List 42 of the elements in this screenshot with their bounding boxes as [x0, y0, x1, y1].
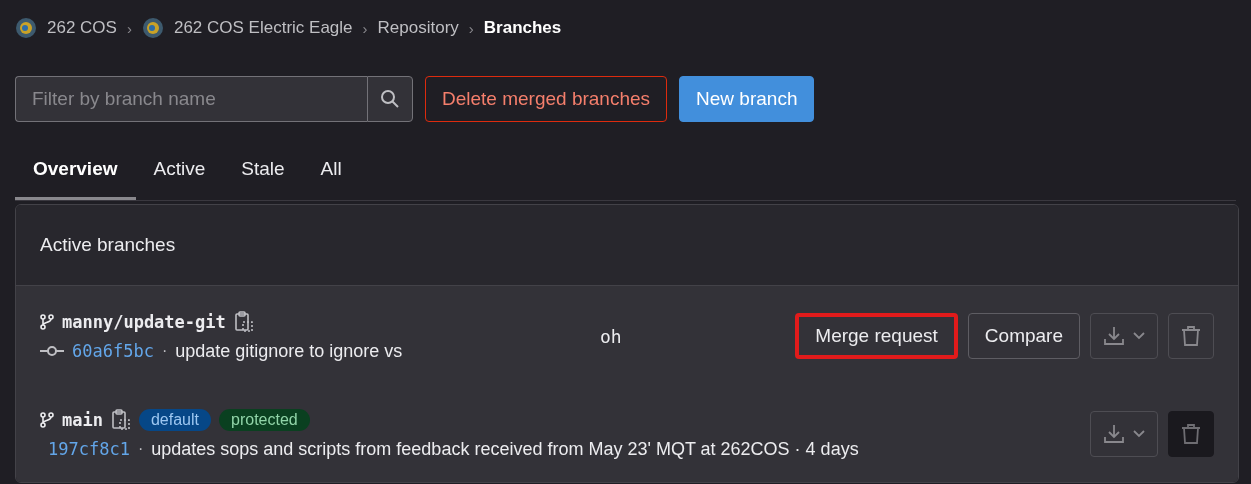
- breadcrumb-link[interactable]: 262 COS Electric Eagle: [173, 18, 353, 38]
- stray-text: oh: [600, 325, 623, 347]
- tab[interactable]: Active: [135, 136, 224, 200]
- copy-icon[interactable]: [110, 408, 131, 431]
- commit-icon: [40, 345, 64, 357]
- breadcrumb-separator: ›: [362, 19, 368, 37]
- chevron-down-icon: [1133, 332, 1145, 340]
- branch-badge: protected: [219, 408, 310, 431]
- breadcrumb-separator: ›: [468, 19, 474, 37]
- merge-request-button[interactable]: Merge request: [795, 313, 958, 359]
- separator-dot: ·: [137, 440, 144, 458]
- trash-icon: [1181, 325, 1201, 347]
- download-button[interactable]: [1090, 411, 1158, 457]
- branch-name[interactable]: manny/update-git: [62, 311, 226, 332]
- delete-button[interactable]: [1168, 313, 1214, 359]
- commit-message: updates sops and scripts from feedback received from May 23' MQT at 262COS · 4 days: [151, 438, 859, 460]
- branch-icon: [40, 411, 54, 428]
- commit-message: update gitignore to ignore vs: [175, 340, 403, 362]
- delete-merged-button[interactable]: Delete merged branches: [425, 76, 668, 122]
- separator-dot: ·: [161, 342, 168, 360]
- branch-badge: default: [138, 408, 211, 431]
- download-button[interactable]: [1090, 313, 1158, 359]
- compare-button[interactable]: Compare: [967, 313, 1080, 359]
- panel-title: Active branches: [40, 234, 176, 256]
- search-icon: [380, 89, 400, 109]
- commit-sha-link[interactable]: 197cf8c1: [48, 439, 130, 459]
- tab[interactable]: Stale: [223, 136, 303, 200]
- filter-field[interactable]: Filter by branch name: [15, 76, 367, 122]
- tab[interactable]: Overview: [15, 136, 136, 200]
- breadcrumb-link[interactable]: Repository: [377, 18, 459, 38]
- branch-icon: [40, 313, 54, 330]
- branch-name[interactable]: main: [62, 409, 103, 430]
- search-button[interactable]: [367, 76, 413, 122]
- tab[interactable]: All: [302, 136, 360, 200]
- commit-sha-link[interactable]: 60a6f5bc: [72, 341, 154, 361]
- download-icon: [1103, 325, 1125, 347]
- breadcrumb-separator: ›: [126, 19, 132, 37]
- download-icon: [1103, 423, 1125, 445]
- copy-icon[interactable]: [233, 310, 254, 333]
- breadcrumb-link[interactable]: 262 COS: [47, 18, 117, 38]
- chevron-down-icon: [1133, 430, 1145, 438]
- trash-icon: [1181, 423, 1201, 445]
